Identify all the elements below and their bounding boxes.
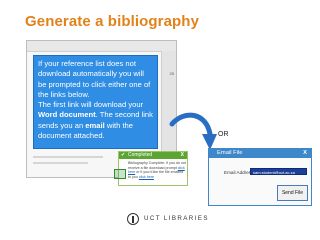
or-label: OR: [218, 131, 229, 138]
screenshot-toolbar: [27, 41, 176, 52]
note-text: The first link will download your: [38, 100, 144, 110]
note-text: If your reference list does not download…: [38, 59, 151, 99]
screenshot-number: 25: [169, 71, 174, 76]
check-icon: ✔: [121, 152, 126, 158]
footer-logo-text: UCT LIBRARIES: [144, 215, 209, 222]
screenshot-line: [33, 162, 88, 164]
email-dialog-titlebar: Email File X: [209, 149, 311, 158]
instruction-callout: If your reference list does not download…: [33, 55, 158, 149]
message-text: or if you'd like the file emailed to you: [128, 170, 184, 179]
uct-logo-icon: [127, 213, 139, 225]
completed-dialog-message: Bibliography Complete: If you do not rec…: [128, 161, 186, 179]
email-emphasis: email: [85, 120, 105, 130]
email-address-input[interactable]: sam.student@uct.ac.za: [250, 168, 307, 175]
email-link[interactable]: click here: [139, 175, 154, 179]
slide-title: Generate a bibliography: [25, 13, 200, 30]
completed-dialog-title: Completed: [128, 152, 153, 158]
email-file-dialog: Email File X Email Address sam.student@u…: [208, 148, 312, 206]
close-button[interactable]: X: [303, 150, 307, 156]
email-dialog-title: Email File: [217, 150, 243, 156]
screenshot-line: [33, 156, 103, 158]
send-file-button[interactable]: Send File: [277, 185, 308, 201]
email-address-label: Email Address: [224, 170, 254, 175]
link-highlight-marker: [114, 169, 126, 179]
word-document-emphasis: Word document: [38, 110, 96, 120]
